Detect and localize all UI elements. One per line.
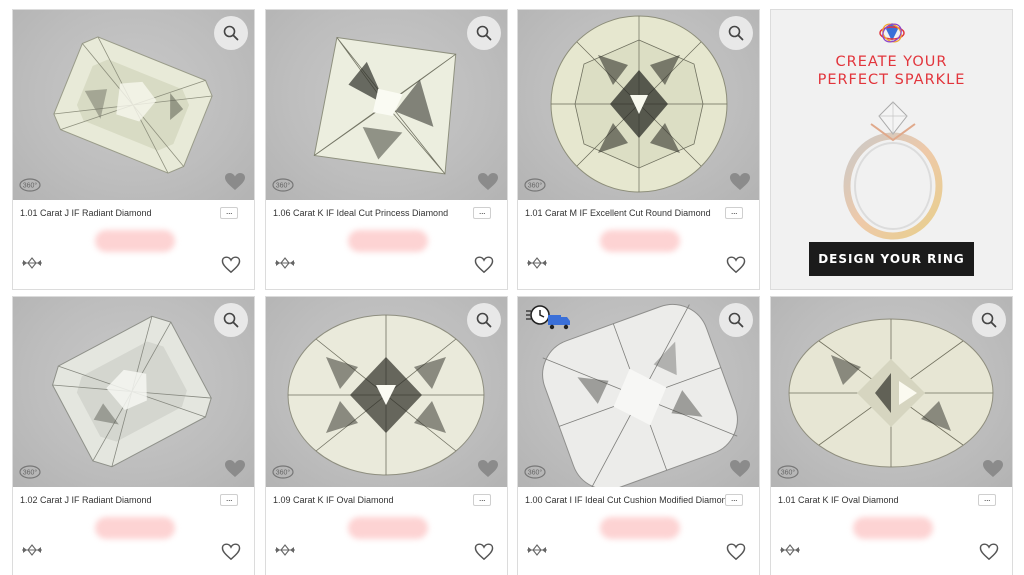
compare-icon[interactable] [778,543,802,557]
svg-text:360°: 360° [528,469,543,477]
magnifier-icon [981,312,997,328]
heart-icon [478,460,498,477]
svg-text:360°: 360° [276,182,291,190]
compare-icon[interactable] [525,543,549,557]
compare-icon[interactable] [273,543,297,557]
price [600,230,680,252]
magnifier-icon [476,312,492,328]
zoom-button[interactable] [719,16,753,50]
heart-icon [225,173,245,190]
price [348,517,428,539]
more-options-button[interactable]: ... [473,494,491,506]
ad-headline-line2: PERFECT SPARKLE [817,72,966,88]
diamond-photo[interactable]: 360° [266,10,507,200]
diamond-photo[interactable]: 360° [13,10,254,200]
heart-icon [730,173,750,190]
compare-icon[interactable] [20,256,44,270]
more-options-button[interactable]: ... [473,207,491,219]
product-card[interactable]: 360° 1.02 Carat J IF Radiant Diamond ... [12,296,255,575]
compare-icon[interactable] [525,256,549,270]
product-grid: 360° 1.01 Carat J IF Radiant Diamond ... [12,9,1013,575]
svg-text:360°: 360° [23,469,38,477]
compare-icon[interactable] [273,256,297,270]
diamond-photo[interactable]: 360° [266,297,507,487]
favorite-button[interactable] [726,256,746,274]
360-view-icon[interactable]: 360° [272,174,294,194]
design-your-ring-button[interactable]: DESIGN YOUR RING [809,242,974,276]
product-title[interactable]: 1.01 Carat J IF Radiant Diamond [20,208,220,218]
product-title[interactable]: 1.01 Carat M IF Excellent Cut Round Diam… [525,208,725,218]
more-options-button[interactable]: ... [220,207,238,219]
360-view-icon[interactable]: 360° [524,461,546,481]
360-view-icon[interactable]: 360° [524,174,546,194]
svg-text:360°: 360° [781,469,796,477]
product-title[interactable]: 1.06 Carat K IF Ideal Cut Princess Diamo… [273,208,473,218]
product-title[interactable]: 1.00 Carat I IF Ideal Cut Cushion Modifi… [525,495,725,505]
zoom-button[interactable] [467,303,501,337]
design-ring-ad[interactable]: CREATE YOUR PERFECT SPARKLE DESIGN YOUR … [770,9,1013,290]
svg-text:360°: 360° [528,182,543,190]
magnifier-icon [223,25,239,41]
zoom-button[interactable] [972,303,1006,337]
360-view-icon[interactable]: 360° [777,461,799,481]
magnifier-icon [728,25,744,41]
favorite-button[interactable] [474,543,494,561]
360-view-icon[interactable]: 360° [19,174,41,194]
product-title[interactable]: 1.09 Carat K IF Oval Diamond [273,495,473,505]
360-view-icon[interactable]: 360° [272,461,294,481]
magnifier-icon [476,25,492,41]
product-card[interactable]: 360° 1.00 Carat I IF Ideal Cut Cushion M… [517,296,760,575]
zoom-button[interactable] [214,303,248,337]
heart-icon [225,460,245,477]
more-options-button[interactable]: ... [220,494,238,506]
diamond-photo[interactable]: 360° [518,297,759,487]
magnifier-icon [223,312,239,328]
diamond-photo[interactable]: 360° [518,10,759,200]
ring-image [843,101,943,240]
favorite-button[interactable] [979,543,999,561]
ad-headline-line1: CREATE YOUR [835,54,948,70]
price [348,230,428,252]
magnifier-icon [728,312,744,328]
price [95,517,175,539]
more-options-button[interactable]: ... [725,494,743,506]
product-card[interactable]: 360° 1.01 Carat M IF Excellent Cut Round… [517,9,760,290]
more-options-button[interactable]: ... [725,207,743,219]
zoom-button[interactable] [214,16,248,50]
zoom-button[interactable] [467,16,501,50]
product-card[interactable]: 360° 1.01 Carat J IF Radiant Diamond ... [12,9,255,290]
product-card[interactable]: 360° 1.01 Carat K IF Oval Diamond ... [770,296,1013,575]
svg-text:360°: 360° [276,469,291,477]
price [95,230,175,252]
fast-shipping-icon [526,305,570,330]
product-title[interactable]: 1.01 Carat K IF Oval Diamond [778,495,978,505]
svg-text:360°: 360° [23,182,38,190]
product-title[interactable]: 1.02 Carat J IF Radiant Diamond [20,495,220,505]
favorite-button[interactable] [474,256,494,274]
compare-icon[interactable] [20,543,44,557]
more-options-button[interactable]: ... [978,494,996,506]
price [853,517,933,539]
product-card[interactable]: 360° 1.09 Carat K IF Oval Diamond ... [265,296,508,575]
heart-icon [478,173,498,190]
favorite-button[interactable] [221,256,241,274]
price [600,517,680,539]
heart-icon [983,460,1003,477]
brand-logo-icon [879,23,905,43]
favorite-button[interactable] [221,543,241,561]
360-view-icon[interactable]: 360° [19,461,41,481]
favorite-button[interactable] [726,543,746,561]
product-card[interactable]: 360° 1.06 Carat K IF Ideal Cut Princess … [265,9,508,290]
diamond-photo[interactable]: 360° [13,297,254,487]
diamond-photo[interactable]: 360° [771,297,1012,487]
heart-icon [730,460,750,477]
zoom-button[interactable] [719,303,753,337]
